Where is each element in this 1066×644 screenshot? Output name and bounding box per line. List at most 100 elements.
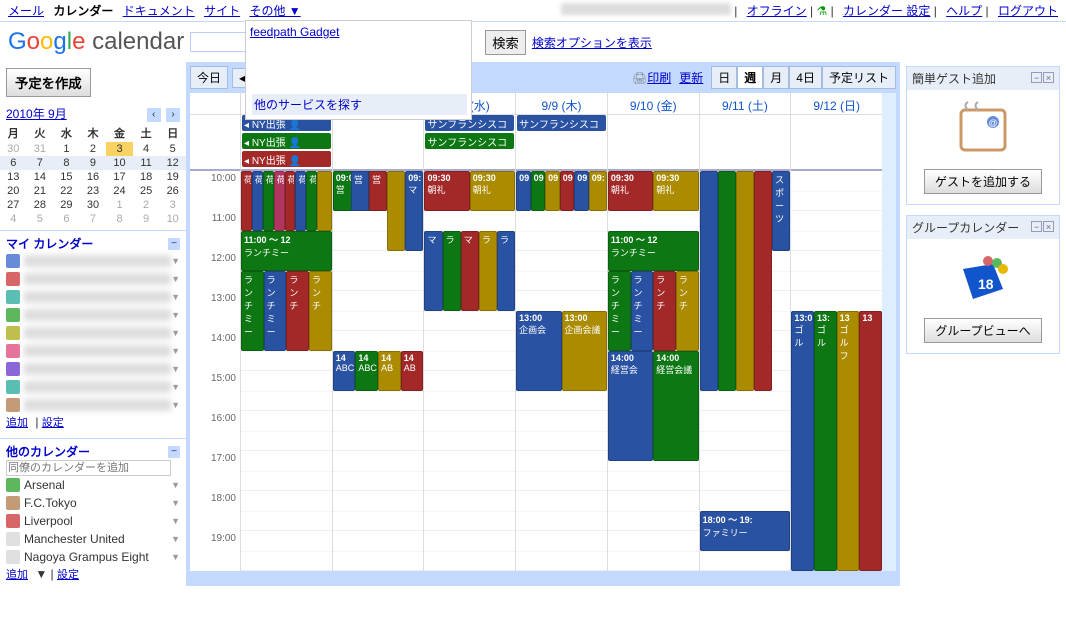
calendar-list-item[interactable]: ▼ <box>6 288 180 306</box>
hour-cell[interactable] <box>424 491 515 531</box>
event[interactable] <box>736 171 754 391</box>
event[interactable]: ランチミー <box>241 271 264 351</box>
event[interactable] <box>700 171 718 391</box>
event[interactable]: 11:00 〜 12ランチミー <box>608 231 699 271</box>
create-event-button[interactable]: 予定を作成 <box>6 68 91 97</box>
nav-more[interactable]: その他 ▼ <box>249 4 300 18</box>
day-header[interactable]: 9/9 (木) <box>516 93 607 115</box>
event[interactable]: 14ABC <box>355 351 378 391</box>
minical-day[interactable]: 3 <box>106 142 133 156</box>
group-view-button[interactable]: グループビューへ <box>924 318 1041 343</box>
event[interactable]: 14:00経営会 <box>608 351 653 461</box>
search-input[interactable] <box>190 32 246 52</box>
minical-day[interactable]: 22 <box>53 184 80 198</box>
event[interactable]: 13 <box>859 311 882 571</box>
event[interactable]: マ <box>424 231 442 311</box>
minical-day[interactable]: 25 <box>133 184 160 198</box>
event[interactable]: ランチミー <box>264 271 287 351</box>
event[interactable]: ランチミー <box>608 271 631 351</box>
scrollbar[interactable] <box>882 93 896 571</box>
calendar-list-item[interactable]: Liverpool▼ <box>6 512 180 530</box>
event[interactable]: 荷 <box>274 171 285 231</box>
hour-cell[interactable] <box>516 411 607 451</box>
search-button[interactable]: 検索 <box>485 30 526 55</box>
minical-day[interactable]: 10 <box>159 212 186 226</box>
minical-day[interactable]: 8 <box>106 212 133 226</box>
event[interactable]: 09: <box>545 171 560 211</box>
dropdown-arrow-icon[interactable]: ▼ <box>171 480 180 490</box>
minical-day[interactable]: 24 <box>106 184 133 198</box>
dropdown-arrow-icon[interactable]: ▼ <box>171 292 180 302</box>
minical-day[interactable]: 2 <box>80 142 107 156</box>
collapse-icon[interactable]: − <box>168 238 180 250</box>
hour-cell[interactable] <box>608 491 699 531</box>
event[interactable]: ランチミー <box>631 271 654 351</box>
hour-cell[interactable] <box>516 491 607 531</box>
event[interactable]: 09: <box>560 171 575 211</box>
event[interactable]: 荷 <box>295 171 306 231</box>
nav-logout[interactable]: ログアウト <box>998 4 1058 18</box>
event[interactable]: 09:30朝礼 <box>470 171 515 211</box>
calendar-list-item[interactable]: Nagoya Grampus Eight▼ <box>6 548 180 566</box>
minical-day[interactable]: 9 <box>133 212 160 226</box>
minical-day[interactable]: 1 <box>106 198 133 212</box>
dropdown-arrow-icon[interactable]: ▼ <box>171 498 180 508</box>
hour-cell[interactable] <box>791 251 882 291</box>
event[interactable]: 18:00 〜 19:ファミリー <box>700 511 791 551</box>
add-guest-button[interactable]: ゲストを追加する <box>924 169 1042 194</box>
dropdown-arrow-icon[interactable]: ▼ <box>171 256 180 266</box>
calendar-list-item[interactable]: Arsenal▼ <box>6 476 180 494</box>
event[interactable]: 09:マ <box>405 171 423 251</box>
minical-day[interactable]: 4 <box>0 212 27 226</box>
nav-offline[interactable]: オフライン <box>747 4 807 18</box>
hour-cell[interactable] <box>333 291 424 331</box>
event[interactable] <box>317 171 332 231</box>
allday-event[interactable]: ◂ NY出張 👤 <box>242 133 331 149</box>
add-calendar-link[interactable]: 追加 <box>6 417 28 429</box>
minical-day[interactable]: 7 <box>80 212 107 226</box>
event[interactable]: 荷 <box>285 171 296 231</box>
minical-day[interactable]: 11 <box>133 156 160 170</box>
minical-day[interactable]: 3 <box>159 198 186 212</box>
hour-cell[interactable] <box>791 171 882 211</box>
event[interactable]: 13:00企画会 <box>516 311 561 391</box>
nav-sites[interactable]: サイト <box>204 4 240 18</box>
event[interactable]: マ <box>461 231 479 311</box>
minimize-icon[interactable]: − <box>1031 221 1042 232</box>
dropdown-arrow-icon[interactable]: ▼ <box>171 364 180 374</box>
event[interactable]: ラ <box>497 231 515 311</box>
minical-day[interactable]: 29 <box>53 198 80 212</box>
event[interactable]: 13ゴルフ <box>837 311 860 571</box>
minical-day[interactable]: 30 <box>80 198 107 212</box>
event[interactable]: 荷 <box>263 171 274 231</box>
minical-day[interactable]: 2 <box>133 198 160 212</box>
nav-mail[interactable]: メール <box>8 4 44 18</box>
minical-day[interactable]: 5 <box>27 212 54 226</box>
hour-cell[interactable] <box>333 251 424 291</box>
hour-cell[interactable] <box>333 411 424 451</box>
day-header[interactable]: 9/11 (土) <box>700 93 791 115</box>
event[interactable]: 09:30朝礼 <box>424 171 469 211</box>
labs-icon[interactable]: ⚗ <box>816 4 827 18</box>
dropdown-arrow-icon[interactable]: ▼ <box>171 310 180 320</box>
hour-cell[interactable] <box>424 531 515 571</box>
allday-event[interactable]: サンフランシスコ <box>425 133 514 149</box>
event[interactable]: 13:0ゴル <box>791 311 814 571</box>
calendar-list-item[interactable]: ▼ <box>6 270 180 288</box>
calendar-list-item[interactable]: ▼ <box>6 252 180 270</box>
dropdown-arrow-icon[interactable]: ▼ <box>171 552 180 562</box>
minical-day[interactable]: 31 <box>27 142 54 156</box>
view-button-0[interactable]: 日 <box>711 66 737 89</box>
minical-next-icon[interactable]: › <box>166 108 180 122</box>
dropdown-arrow-icon[interactable]: ▼ <box>171 534 180 544</box>
event[interactable]: 09:30朝礼 <box>608 171 653 211</box>
hour-cell[interactable] <box>241 411 332 451</box>
event[interactable]: 09 <box>574 171 589 211</box>
event[interactable]: 荷 <box>252 171 263 231</box>
hour-cell[interactable] <box>424 371 515 411</box>
hour-cell[interactable] <box>516 451 607 491</box>
minical-day[interactable]: 15 <box>53 170 80 184</box>
view-button-1[interactable]: 週 <box>737 66 763 89</box>
minical-month-link[interactable]: 2010年 9月 <box>6 105 67 122</box>
hour-cell[interactable] <box>424 451 515 491</box>
